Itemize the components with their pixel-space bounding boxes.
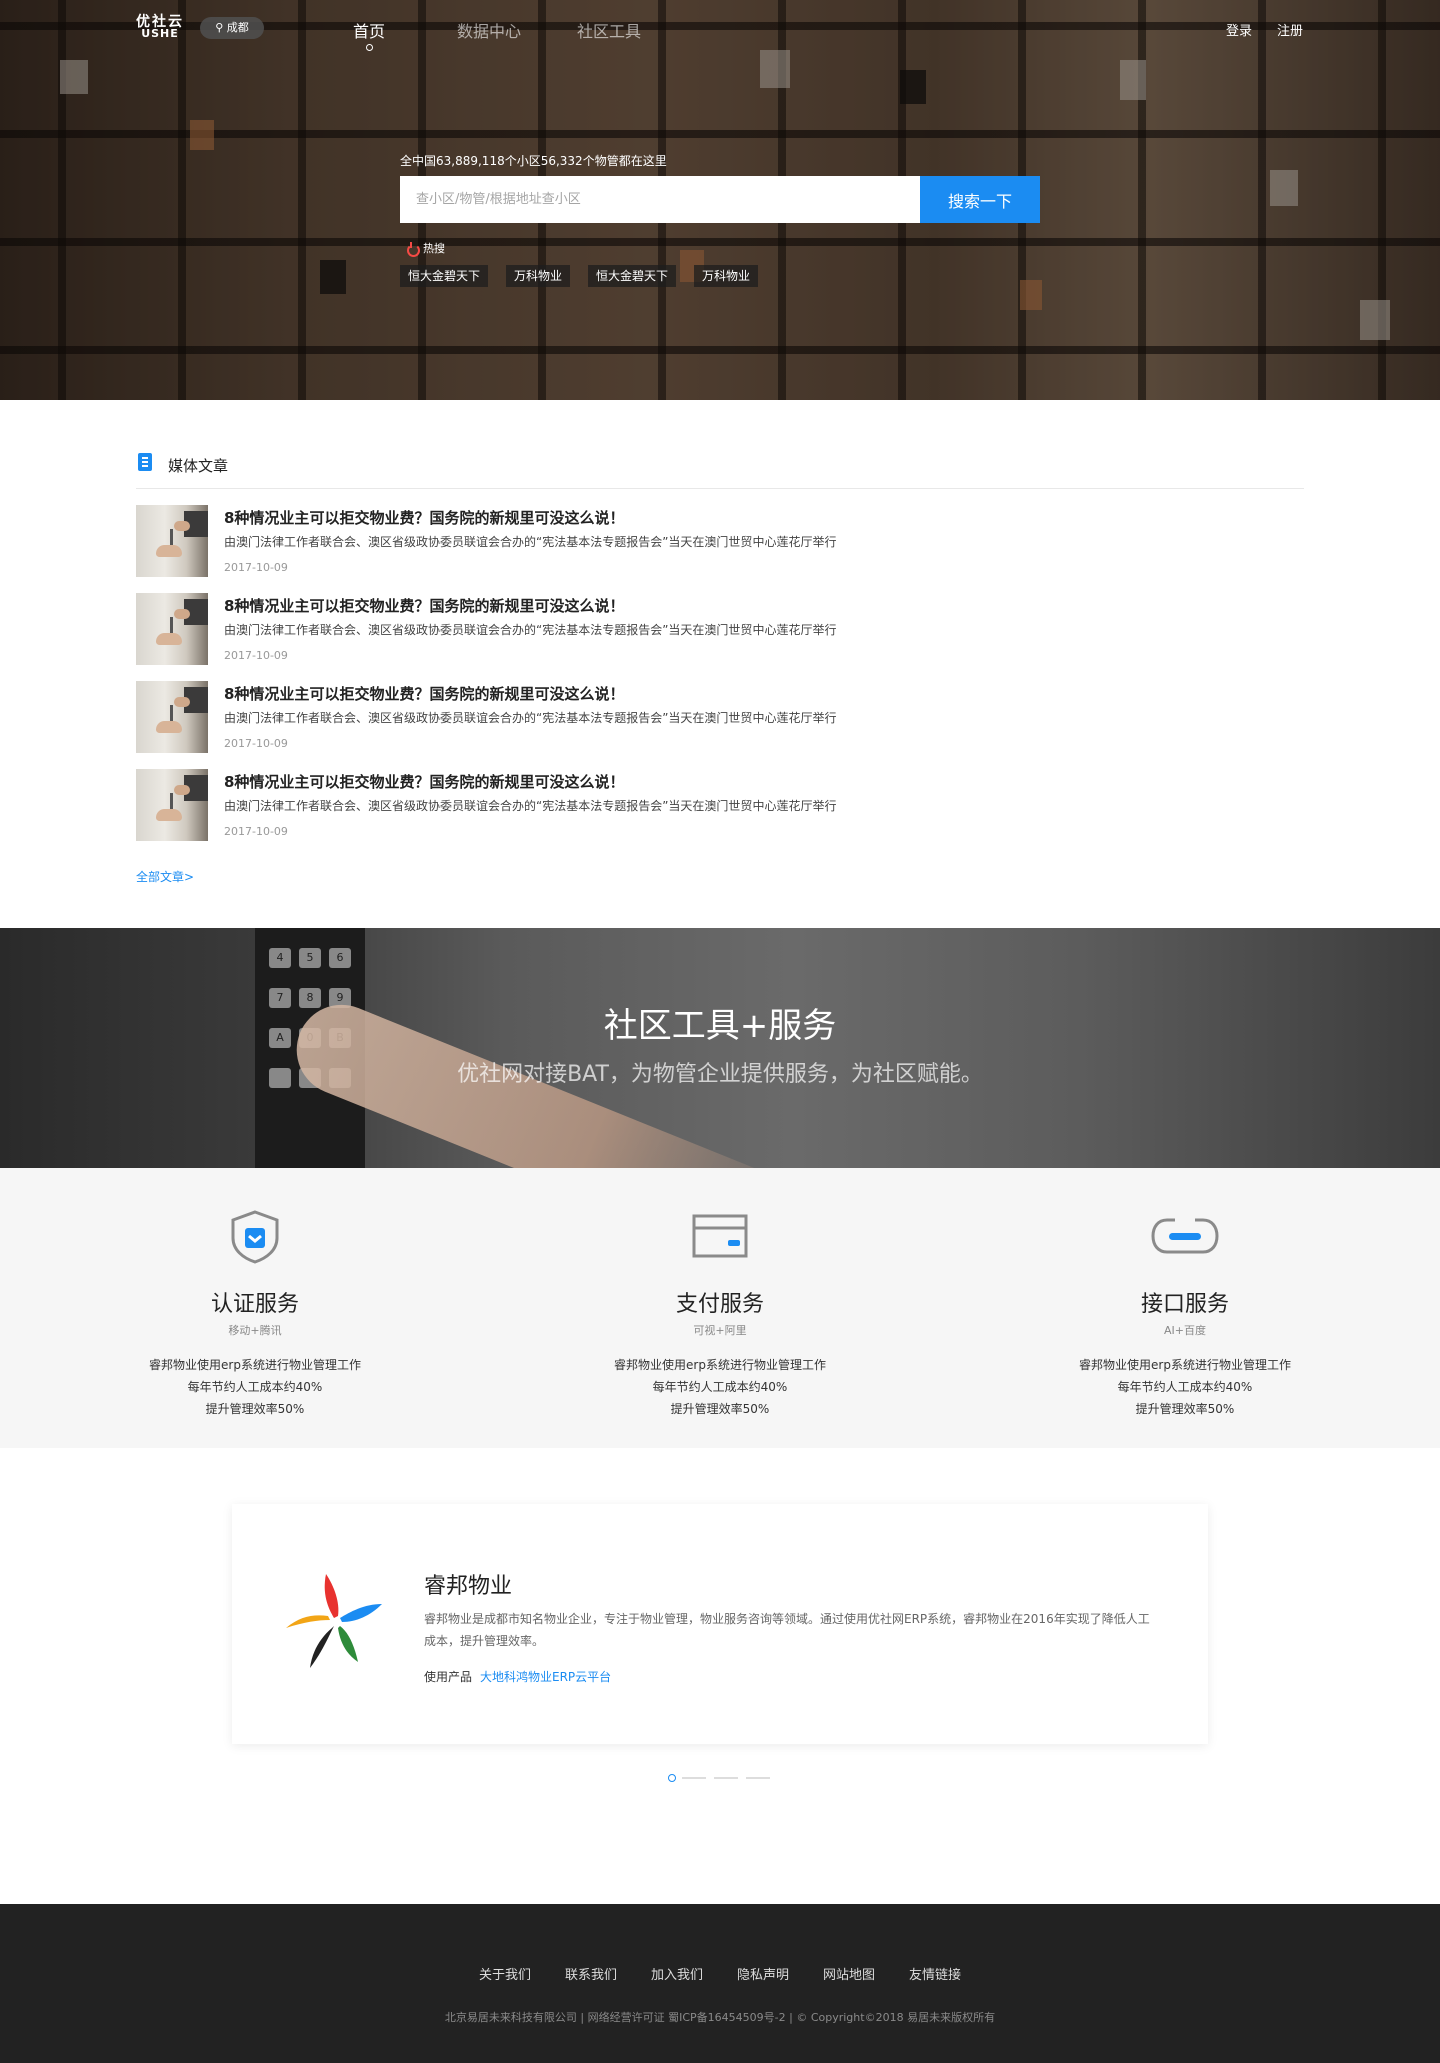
article-date: 2017-10-09 xyxy=(224,737,288,750)
footer-link-privacy[interactable]: 隐私声明 xyxy=(737,1964,789,1983)
hot-tags: 恒大金碧天下 万科物业 恒大金碧天下 万科物业 xyxy=(400,265,776,287)
articles-header: 媒体文章 xyxy=(136,453,1304,489)
article-desc: 由澳门法律工作者联合会、澳区省级政协委员联谊会合办的“宪法基本法专题报告会”当天… xyxy=(224,711,837,725)
hot-tag[interactable]: 恒大金碧天下 xyxy=(400,265,489,287)
article-title[interactable]: 8种情况业主可以拒交物业费？国务院的新规里可没这么说！ xyxy=(224,683,624,704)
carousel-dot[interactable] xyxy=(682,1777,706,1779)
login-link[interactable]: 登录 xyxy=(1226,20,1252,39)
footer-link-contact[interactable]: 联系我们 xyxy=(565,1964,617,1983)
service-name: 接口服务 xyxy=(1140,1292,1229,1317)
article-thumbnail[interactable] xyxy=(136,593,208,665)
case-company-name: 睿邦物业 xyxy=(424,1574,513,1599)
service-sub: 移动+腾讯 xyxy=(228,1324,282,1337)
service-card-payment[interactable]: 支付服务 可视+阿里 睿邦物业使用erp系统进行物业管理工作 每年节约人工成本约… xyxy=(570,1168,870,1448)
footer-links: 关于我们 联系我们 加入我们 隐私声明 网站地图 友情链接 xyxy=(0,1964,1440,1983)
articles-title: 媒体文章 xyxy=(168,457,229,475)
search-input[interactable] xyxy=(400,176,920,223)
case-card: 睿邦物业 睿邦物业是成都市知名物业企业，专注于物业管理，物业服务咨询等领域。通过… xyxy=(232,1504,1208,1744)
document-icon xyxy=(138,453,152,471)
city-selector[interactable]: ⚲ 成都 xyxy=(200,17,264,39)
footer-link-friends[interactable]: 友情链接 xyxy=(909,1964,961,1983)
article-desc: 由澳门法律工作者联合会、澳区省级政协委员联谊会合办的“宪法基本法专题报告会”当天… xyxy=(224,799,837,813)
hot-tag[interactable]: 万科物业 xyxy=(694,265,759,287)
carousel-indicators xyxy=(668,1774,778,1782)
top-nav: 优社云 USHE ⚲ 成都 首页 数据中心 社区工具 登录 注册 xyxy=(0,0,1440,58)
banner-subtitle: 优社网对接BAT，为物管企业提供服务，为社区赋能。 xyxy=(457,1062,983,1087)
article-item[interactable]: 8种情况业主可以拒交物业费？国务院的新规里可没这么说！ 由澳门法律工作者联合会、… xyxy=(136,681,1304,753)
service-line: 睿邦物业使用erp系统进行物业管理工作 xyxy=(614,1358,826,1372)
article-thumbnail[interactable] xyxy=(136,681,208,753)
article-title[interactable]: 8种情况业主可以拒交物业费？国务院的新规里可没这么说！ xyxy=(224,595,624,616)
shield-check-icon xyxy=(231,1210,279,1264)
hot-tag[interactable]: 万科物业 xyxy=(506,265,571,287)
article-desc: 由澳门法律工作者联合会、澳区省级政协委员联谊会合办的“宪法基本法专题报告会”当天… xyxy=(224,535,837,549)
card-icon xyxy=(692,1214,748,1258)
service-line: 提升管理效率50% xyxy=(670,1402,770,1416)
service-line: 提升管理效率50% xyxy=(205,1402,305,1416)
footer-link-sitemap[interactable]: 网站地图 xyxy=(823,1964,875,1983)
register-link[interactable]: 注册 xyxy=(1277,20,1303,39)
all-articles-link[interactable]: 全部文章> xyxy=(136,868,194,885)
footer-link-join[interactable]: 加入我们 xyxy=(651,1964,703,1983)
article-thumbnail[interactable] xyxy=(136,505,208,577)
case-product: 使用产品 大地科鸿物业ERP云平台 xyxy=(424,1668,611,1685)
hot-tag[interactable]: 恒大金碧天下 xyxy=(588,265,677,287)
article-date: 2017-10-09 xyxy=(224,561,288,574)
active-indicator xyxy=(366,44,373,51)
footer: 关于我们 联系我们 加入我们 隐私声明 网站地图 友情链接 北京易居未来科技有限… xyxy=(0,1904,1440,2063)
article-thumbnail[interactable] xyxy=(136,769,208,841)
hero-section: 优社云 USHE ⚲ 成都 首页 数据中心 社区工具 登录 注册 全中国63,8… xyxy=(0,0,1440,400)
product-label: 使用产品 xyxy=(424,1670,473,1684)
article-item[interactable]: 8种情况业主可以拒交物业费？国务院的新规里可没这么说！ 由澳门法律工作者联合会、… xyxy=(136,505,1304,577)
tools-banner: 4 5 6 7 8 9 A 0 B 社区工具+服务 优社网对接BAT，为物管企业… xyxy=(0,928,1440,1168)
carousel-dot-active[interactable] xyxy=(668,1774,676,1782)
article-desc: 由澳门法律工作者联合会、澳区省级政协委员联谊会合办的“宪法基本法专题报告会”当天… xyxy=(224,623,837,637)
banner-title: 社区工具+服务 xyxy=(603,1006,837,1046)
nav-data-center[interactable]: 数据中心 xyxy=(457,18,521,42)
nav-community-tools[interactable]: 社区工具 xyxy=(577,18,641,42)
article-date: 2017-10-09 xyxy=(224,825,288,838)
service-sub: 可视+阿里 xyxy=(693,1324,747,1337)
carousel-dot[interactable] xyxy=(746,1777,770,1779)
article-date: 2017-10-09 xyxy=(224,649,288,662)
service-line: 每年节约人工成本约40% xyxy=(1117,1380,1253,1394)
search-box xyxy=(400,176,920,223)
footer-link-about[interactable]: 关于我们 xyxy=(479,1964,531,1983)
service-line: 提升管理效率50% xyxy=(1135,1402,1235,1416)
services-section: 认证服务 移动+腾讯 睿邦物业使用erp系统进行物业管理工作 每年节约人工成本约… xyxy=(0,1168,1440,1448)
article-title[interactable]: 8种情况业主可以拒交物业费？国务院的新规里可没这么说！ xyxy=(224,771,624,792)
hot-icon xyxy=(406,242,420,257)
case-description: 睿邦物业是成都市知名物业企业，专注于物业管理，物业服务咨询等领域。通过使用优社网… xyxy=(424,1612,1150,1648)
service-line: 睿邦物业使用erp系统进行物业管理工作 xyxy=(149,1358,361,1372)
city-label: 成都 xyxy=(226,21,249,34)
service-sub: AI+百度 xyxy=(1164,1324,1206,1337)
logo[interactable]: 优社云 USHE xyxy=(136,15,184,40)
article-title[interactable]: 8种情况业主可以拒交物业费？国务院的新规里可没这么说！ xyxy=(224,507,624,528)
nav-home[interactable]: 首页 xyxy=(353,18,385,42)
search-button[interactable]: 搜索一下 xyxy=(920,176,1040,223)
service-line: 睿邦物业使用erp系统进行物业管理工作 xyxy=(1079,1358,1291,1372)
service-card-auth[interactable]: 认证服务 移动+腾讯 睿邦物业使用erp系统进行物业管理工作 每年节约人工成本约… xyxy=(105,1168,405,1448)
copyright: 北京易居未来科技有限公司 | 网络经营许可证 蜀ICP备16454509号-2 … xyxy=(444,2011,996,2024)
article-item[interactable]: 8种情况业主可以拒交物业费？国务院的新规里可没这么说！ 由澳门法律工作者联合会、… xyxy=(136,769,1304,841)
location-icon: ⚲ xyxy=(215,21,224,34)
logo-subtext: USHE xyxy=(141,27,179,40)
hero-count-text: 全中国63,889,118个小区56,332个物管都在这里 xyxy=(400,154,667,168)
article-item[interactable]: 8种情况业主可以拒交物业费？国务院的新规里可没这么说！ 由澳门法律工作者联合会、… xyxy=(136,593,1304,665)
service-card-api[interactable]: 接口服务 AI+百度 睿邦物业使用erp系统进行物业管理工作 每年节约人工成本约… xyxy=(1035,1168,1335,1448)
carousel-dot[interactable] xyxy=(714,1777,738,1779)
hot-label: 热搜 xyxy=(423,242,445,255)
hot-search: 热搜 xyxy=(406,240,445,257)
link-icon xyxy=(1151,1218,1219,1254)
service-line: 每年节约人工成本约40% xyxy=(652,1380,788,1394)
product-link[interactable]: 大地科鸿物业ERP云平台 xyxy=(480,1670,611,1684)
service-name: 认证服务 xyxy=(210,1292,299,1317)
service-line: 每年节约人工成本约40% xyxy=(187,1380,323,1394)
service-name: 支付服务 xyxy=(675,1292,764,1317)
company-logo xyxy=(286,1574,382,1668)
